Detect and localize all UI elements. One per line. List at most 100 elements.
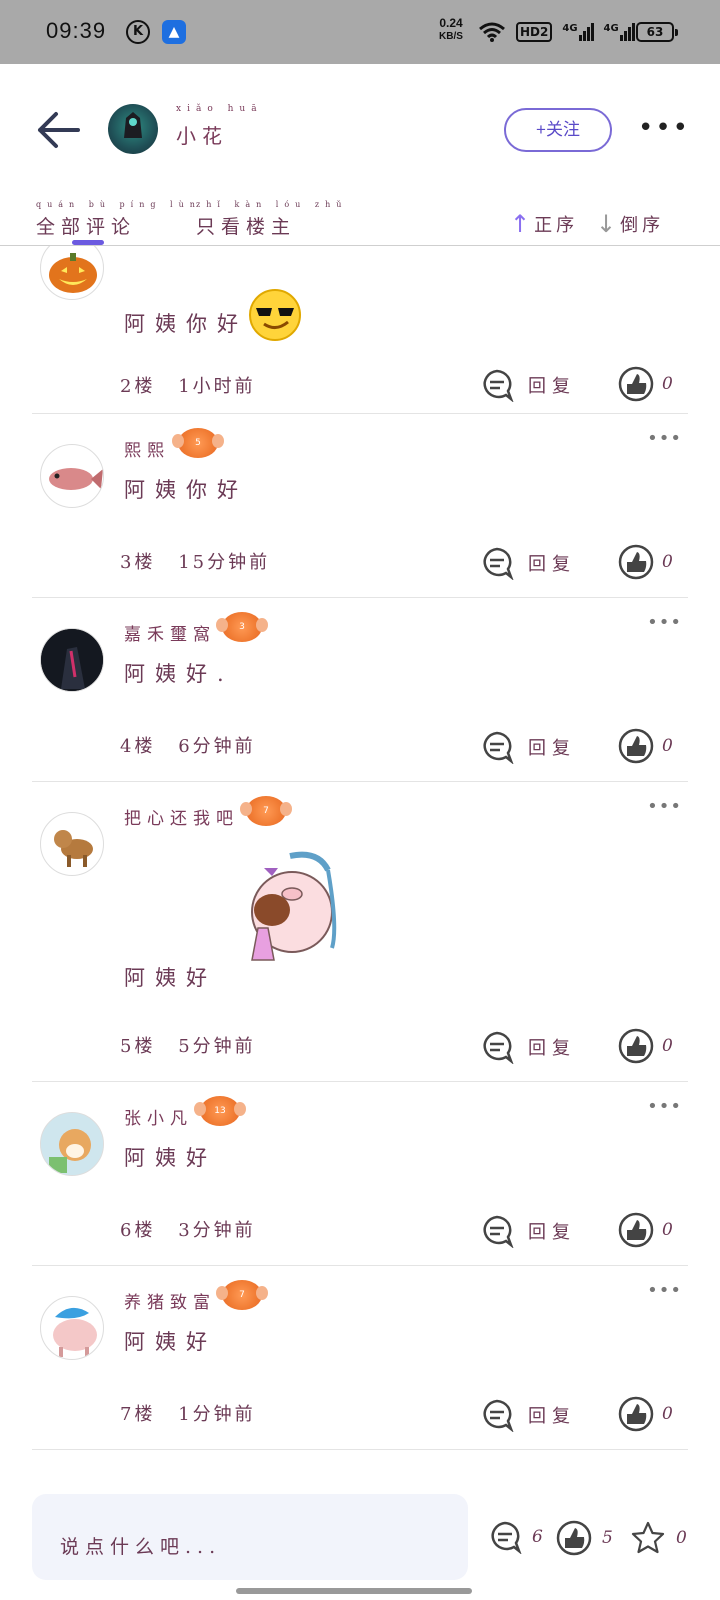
commenter-name[interactable]: 张小凡 <box>124 1104 193 1129</box>
level-badge: 3 <box>216 612 268 642</box>
comment-item: 嘉禾璽窩 3 ••• 阿姨好. 4楼 6分钟前 回复 0 <box>32 598 688 782</box>
like-button[interactable]: 0 <box>618 1212 673 1248</box>
comment-text: 阿姨好 <box>124 1146 217 1170</box>
comment-list[interactable]: 阿姨你好 2楼 1小时前 回复 0 熙熙 5 ••• 阿姨你好 3楼 15分钟前… <box>0 246 720 1494</box>
comment-time: 6分钟前 <box>178 736 256 757</box>
level-badge: 5 <box>172 428 224 458</box>
reply-button[interactable]: 回复 <box>480 546 576 580</box>
comment-time: 15分钟前 <box>178 552 271 573</box>
signal-4g-2: 4G <box>604 23 635 41</box>
comment-time: 1分钟前 <box>178 1404 256 1425</box>
reply-bubble-icon <box>483 1031 514 1064</box>
reply-bubble-icon <box>483 1215 514 1248</box>
like-button[interactable]: 0 <box>618 728 673 764</box>
commenter-avatar[interactable] <box>40 812 104 876</box>
comment-text: 阿姨好 <box>124 966 217 990</box>
follow-button[interactable]: +关注 <box>504 108 612 152</box>
comments-count-button[interactable]: 6 <box>488 1520 543 1554</box>
author-avatar[interactable] <box>108 104 158 154</box>
comment-item: 养猪致富 7 ••• 阿姨好 7楼 1分钟前 回复 0 <box>32 1266 688 1450</box>
commenter-name[interactable]: 嘉禾璽窩 <box>124 620 216 645</box>
post-header: xiǎo huā 小花 +关注 ••• <box>0 64 720 194</box>
commenter-avatar[interactable] <box>40 1112 104 1176</box>
sort-ascending[interactable]: ↑ 正序 <box>510 210 578 238</box>
comment-item: 熙熙 5 ••• 阿姨你好 3楼 15分钟前 回复 0 <box>32 414 688 598</box>
comment-meta: 2楼 1小时前 <box>120 372 256 398</box>
arrow-down-icon: ↓ <box>596 210 617 238</box>
comment-input-placeholder: 说点什么吧... <box>60 1536 222 1558</box>
author-avatar-figure <box>124 112 142 138</box>
comment-meta: 7楼 1分钟前 <box>120 1400 256 1426</box>
comment-more-icon[interactable]: ••• <box>647 612 682 633</box>
post-like-button[interactable]: 5 <box>556 1520 613 1556</box>
commenter-name[interactable]: 熙熙 <box>124 436 170 461</box>
comment-item: 阿姨你好 2楼 1小时前 回复 0 <box>32 246 688 414</box>
commenter-name[interactable]: 把心还我吧 <box>124 804 239 829</box>
arrow-up-icon: ↑ <box>510 210 531 238</box>
sort-descending[interactable]: ↓ 倒序 <box>596 210 664 238</box>
comment-more-icon[interactable]: ••• <box>647 796 682 817</box>
comment-text: 阿姨好 <box>124 1330 217 1354</box>
reply-bubble-icon <box>483 731 514 764</box>
comment-more-icon[interactable]: ••• <box>647 1096 682 1117</box>
comment-text: 阿姨你好 <box>124 312 248 336</box>
commenter-name[interactable]: 养猪致富 <box>124 1288 216 1313</box>
reply-bubble-icon <box>483 547 514 580</box>
tab-owner-pinyin: zhǐ kàn lóu zhǔ <box>196 200 348 209</box>
bottom-action-bar: 说点什么吧... 6 5 0 <box>0 1494 720 1600</box>
reply-bubble-icon <box>483 1399 514 1432</box>
app-notification-icon: ▲ <box>162 20 186 44</box>
reply-button[interactable]: 回复 <box>480 1030 576 1064</box>
comment-input[interactable]: 说点什么吧... <box>32 1494 468 1580</box>
reply-button[interactable]: 回复 <box>480 1214 576 1248</box>
hd-icon: HD2 <box>516 22 553 42</box>
reply-bubble-icon <box>483 369 514 402</box>
comment-text: 阿姨好. <box>124 662 234 686</box>
author-name[interactable]: 小花 <box>176 120 228 149</box>
like-count: 5 <box>602 1528 613 1548</box>
like-button[interactable]: 0 <box>618 1028 673 1064</box>
battery-icon: 63 <box>636 22 678 42</box>
thumbs-up-icon <box>618 544 654 580</box>
tab-active-indicator <box>72 240 104 245</box>
floor-number: 5楼 <box>120 1036 156 1057</box>
commenter-avatar[interactable] <box>40 1296 104 1360</box>
shiba-avatar-icon <box>41 1113 103 1175</box>
sunglasses-emoji-icon <box>249 289 301 341</box>
comment-item: 把心还我吧 7 ••• 阿姨好 5楼 5分钟前 回复 0 <box>32 782 688 1082</box>
thumbs-up-icon <box>618 1212 654 1248</box>
reply-button[interactable]: 回复 <box>480 1398 576 1432</box>
sort-asc-label: 正序 <box>534 215 579 236</box>
like-button[interactable]: 0 <box>618 544 673 580</box>
reply-button[interactable]: 回复 <box>480 368 576 402</box>
star-icon <box>631 1521 665 1554</box>
commenter-avatar[interactable] <box>40 246 104 300</box>
comment-item: 张小凡 13 ••• 阿姨好 6楼 3分钟前 回复 0 <box>32 1082 688 1266</box>
level-badge: 7 <box>240 796 292 826</box>
more-options-icon[interactable]: ••• <box>638 115 690 141</box>
tab-owner-only[interactable]: 只看楼主 <box>196 212 296 239</box>
back-arrow-icon[interactable] <box>36 110 82 150</box>
comment-more-icon[interactable]: ••• <box>647 1280 682 1301</box>
favorite-button[interactable]: 0 <box>630 1520 687 1556</box>
dog-avatar-icon <box>54 830 93 867</box>
floor-number: 3楼 <box>120 552 156 573</box>
comment-more-icon[interactable]: ••• <box>647 428 682 449</box>
network-speed: 0.24 KB/S <box>439 16 463 43</box>
level-badge: 13 <box>194 1096 246 1126</box>
comment-meta: 5楼 5分钟前 <box>120 1032 256 1058</box>
comment-text: 阿姨你好 <box>124 478 248 502</box>
fish-avatar-icon <box>49 468 103 490</box>
reply-button[interactable]: 回复 <box>480 730 576 764</box>
favorite-count: 0 <box>676 1528 687 1548</box>
comment-tabs: quán bù píng lùn 全部评论 zhǐ kàn lóu zhǔ 只看… <box>0 194 720 246</box>
level-badge: 7 <box>216 1280 268 1310</box>
like-button[interactable]: 0 <box>618 1396 673 1432</box>
commenter-avatar[interactable] <box>40 628 104 692</box>
commenter-avatar[interactable] <box>40 444 104 508</box>
home-indicator[interactable] <box>236 1588 472 1594</box>
tab-all-comments[interactable]: 全部评论 <box>36 212 136 239</box>
pig-sticker-image <box>251 851 337 961</box>
like-button[interactable]: 0 <box>618 366 673 402</box>
sort-desc-label: 倒序 <box>620 215 665 236</box>
